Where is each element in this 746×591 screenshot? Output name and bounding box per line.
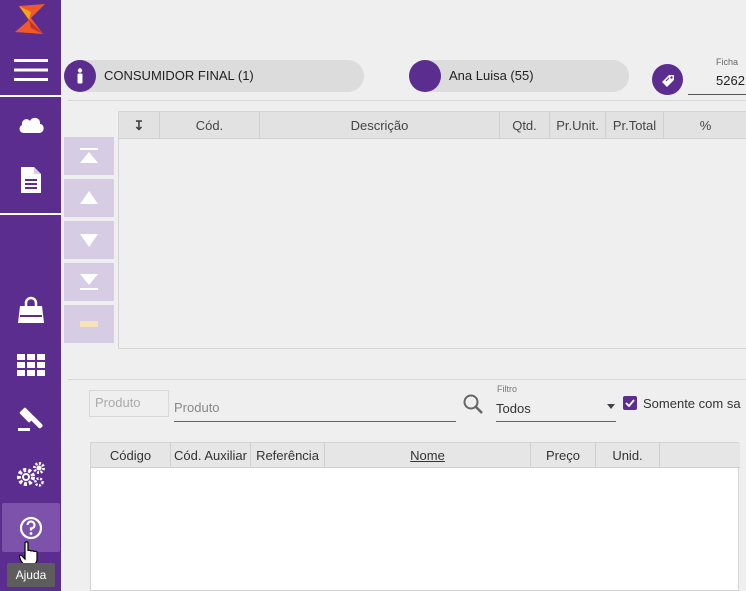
ficha-input[interactable]: 5262 <box>716 73 745 88</box>
gavel-icon <box>17 407 43 431</box>
sidebar-divider <box>0 95 61 97</box>
help-icon-wrap[interactable] <box>0 515 61 541</box>
cloud-button[interactable] <box>0 104 61 144</box>
ficha-underline <box>688 94 746 95</box>
sidebar: Ajuda <box>0 0 61 591</box>
products-grid-header: Código Cód. Auxiliar Referência Nome Pre… <box>91 443 740 468</box>
seller-selector[interactable]: Ana Luisa (55) <box>409 60 629 92</box>
remove-item-button[interactable] <box>64 305 114 343</box>
filter-label: Filtro <box>497 384 517 394</box>
checkmark-icon <box>625 399 635 407</box>
app-logo <box>15 4 45 34</box>
document-button[interactable] <box>0 158 61 202</box>
col-reference[interactable]: Referência <box>251 443 325 468</box>
items-grid: ↧ Cód. Descrição Qtd. Pr.Unit. Pr.Total … <box>118 111 746 349</box>
document-icon <box>20 167 41 193</box>
move-first-button[interactable] <box>64 137 114 175</box>
help-icon <box>19 516 42 540</box>
move-up-button[interactable] <box>64 179 114 217</box>
filter-select[interactable]: Todos <box>496 401 531 416</box>
move-down-button[interactable] <box>64 221 114 259</box>
col-total-price[interactable]: Pr.Total <box>606 112 664 139</box>
col-unit[interactable]: Unid. <box>596 443 660 468</box>
product-code-input[interactable]: Produto <box>89 390 169 417</box>
section-divider <box>68 379 746 380</box>
items-grid-header: ↧ Cód. Descrição Qtd. Pr.Unit. Pr.Total … <box>119 112 746 139</box>
menu-icon <box>13 59 48 81</box>
only-with-stock-checkbox[interactable] <box>623 396 637 410</box>
grid-icon <box>16 354 45 376</box>
col-description[interactable]: Descrição <box>260 112 500 139</box>
menu-button[interactable] <box>0 52 61 88</box>
col-empty <box>660 443 740 468</box>
arrow-up-icon <box>80 191 98 204</box>
gears-icon <box>16 462 45 487</box>
settings-button[interactable] <box>0 455 61 493</box>
skip-top-icon <box>80 148 98 163</box>
skip-bottom-icon <box>80 274 98 290</box>
arrow-down-icon <box>80 234 98 247</box>
only-with-stock-label[interactable]: Somente com sa <box>643 396 741 411</box>
grid-button[interactable] <box>0 348 61 382</box>
col-code[interactable]: Cód. <box>160 112 260 139</box>
ticket-icon <box>661 74 674 87</box>
help-tooltip: Ajuda <box>7 563 55 587</box>
col-product-code[interactable]: Código <box>91 443 171 468</box>
auction-button[interactable] <box>0 400 61 438</box>
minus-icon <box>80 321 98 327</box>
col-price[interactable]: Preço <box>531 443 596 468</box>
move-last-button[interactable] <box>64 263 114 301</box>
filter-underline <box>496 421 616 422</box>
person-icon <box>64 60 96 92</box>
col-percent[interactable]: % <box>664 112 746 139</box>
search-icon[interactable] <box>462 393 484 415</box>
col-name[interactable]: Nome <box>325 443 531 468</box>
products-grid: Código Cód. Auxiliar Referência Nome Pre… <box>90 442 740 591</box>
col-aux-code[interactable]: Cód. Auxiliar <box>171 443 251 468</box>
col-quantity[interactable]: Qtd. <box>500 112 550 139</box>
cloud-icon <box>19 117 44 133</box>
product-input-underline <box>174 421 456 422</box>
shopping-bag-icon <box>17 296 44 323</box>
seller-avatar <box>409 60 441 92</box>
col-unit-price[interactable]: Pr.Unit. <box>550 112 606 139</box>
header-divider <box>68 100 746 101</box>
sidebar-divider <box>0 213 61 215</box>
chevron-down-icon[interactable] <box>607 404 615 409</box>
customer-name: CONSUMIDOR FINAL (1) <box>104 68 254 83</box>
product-name-input[interactable]: Produto <box>174 400 456 415</box>
seller-name: Ana Luisa (55) <box>449 68 534 83</box>
ficha-label: Ficha <box>716 57 739 67</box>
col-order[interactable]: ↧ <box>119 112 160 139</box>
ticket-button[interactable] <box>652 64 683 95</box>
customer-selector[interactable]: CONSUMIDOR FINAL (1) <box>64 60 364 92</box>
sales-button[interactable] <box>0 290 61 330</box>
